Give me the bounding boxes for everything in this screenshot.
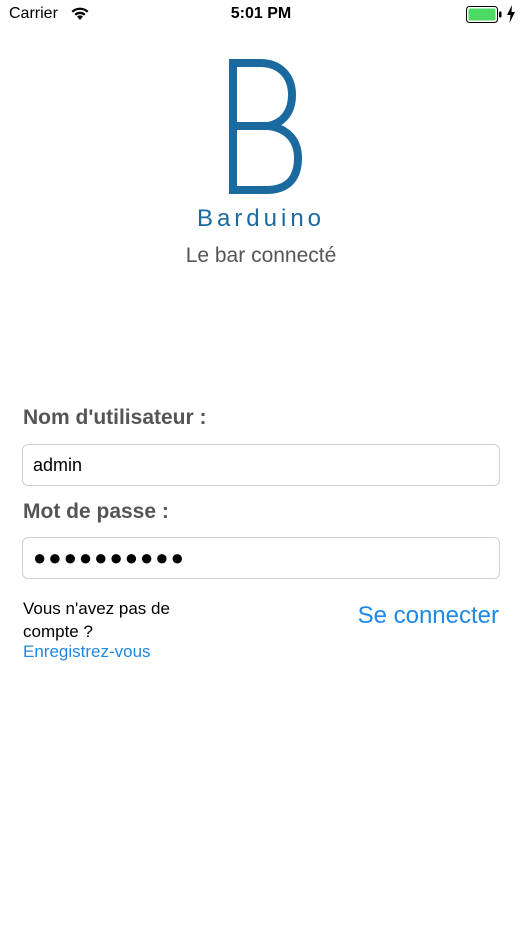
password-label: Mot de passe : <box>23 500 169 523</box>
app-name: Barduino <box>196 205 326 232</box>
password-field[interactable] <box>22 537 500 579</box>
app-logo <box>224 58 304 203</box>
app-tagline: Le bar connecté <box>185 244 337 267</box>
register-link[interactable]: Enregistrez-vous <box>23 642 151 662</box>
status-time: 5:01 PM <box>230 5 292 22</box>
username-label: Nom d'utilisateur : <box>23 406 207 429</box>
no-account-text: Vous n'avez pas de compte ? <box>23 599 170 641</box>
connect-button[interactable]: Se connecter <box>358 602 499 630</box>
status-bar: Carrier 5:01 PM <box>0 0 522 30</box>
username-field[interactable] <box>22 444 500 486</box>
charging-bolt-icon <box>506 5 516 28</box>
battery-icon <box>466 6 502 29</box>
